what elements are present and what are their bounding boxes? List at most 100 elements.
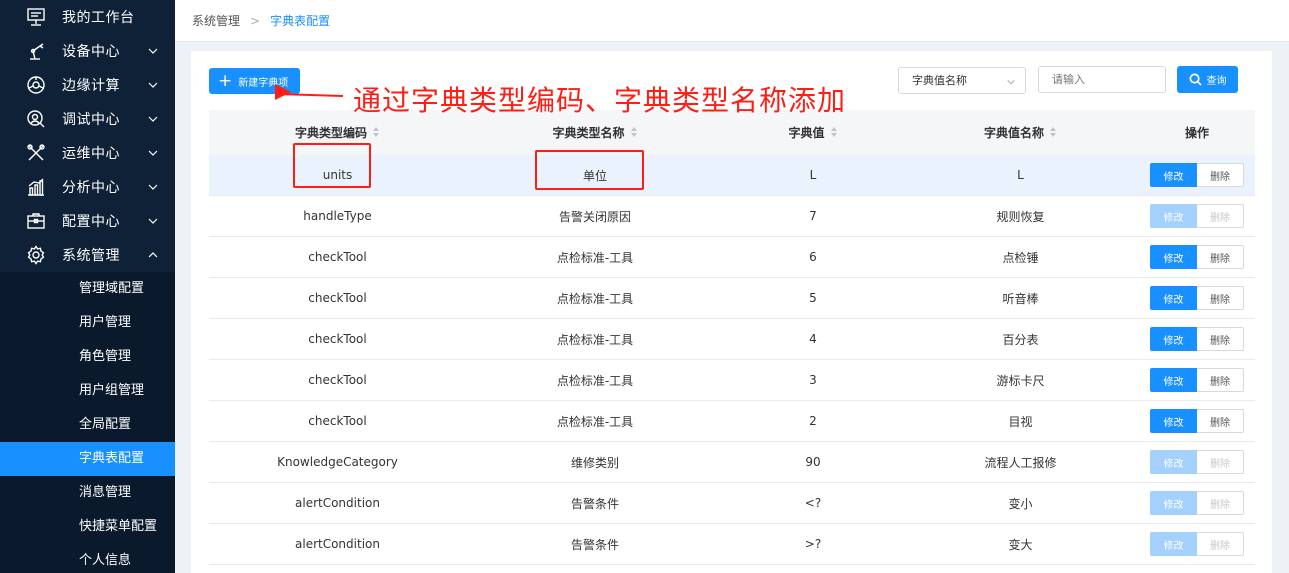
tools-icon — [25, 142, 47, 164]
cell-actions: 修改 删除 — [1139, 532, 1255, 556]
nav-label: 调试中心 — [62, 112, 120, 128]
edit-button[interactable]: 修改 — [1150, 532, 1197, 556]
subitem-role-management[interactable]: 角色管理 — [0, 340, 175, 374]
cell-value: 90 — [805, 455, 821, 469]
cell-value: L — [809, 168, 817, 182]
cell-value: <? — [804, 496, 822, 510]
edit-button[interactable]: 修改 — [1150, 163, 1197, 187]
subitem-usergroup-management[interactable]: 用户组管理 — [0, 374, 175, 408]
edit-button[interactable]: 修改 — [1150, 327, 1197, 351]
delete-button[interactable]: 删除 — [1197, 450, 1244, 474]
select-value: 字典值名称 — [912, 74, 967, 87]
chevron-down-icon — [148, 150, 158, 156]
edit-button[interactable]: 修改 — [1150, 450, 1197, 474]
edit-button[interactable]: 修改 — [1150, 245, 1197, 269]
cell-actions: 修改 删除 — [1139, 327, 1255, 351]
chevron-down-icon — [148, 48, 158, 54]
chevron-down-icon — [148, 184, 158, 190]
cell-type-code: checkTool — [308, 250, 367, 264]
cell-value-name: 规则恢复 — [996, 209, 1045, 224]
action-group: 修改 删除 — [1150, 368, 1244, 392]
cell-value-name: 百分表 — [1002, 332, 1039, 347]
subitem-message-management[interactable]: 消息管理 — [0, 476, 175, 510]
edit-button[interactable]: 修改 — [1150, 368, 1197, 392]
breadcrumb-root[interactable]: 系统管理 — [192, 12, 240, 29]
subitem-global-config[interactable]: 全局配置 — [0, 408, 175, 442]
cell-type-code: alertCondition — [295, 537, 380, 551]
nav-item-debug[interactable]: 调试中心 — [0, 102, 175, 136]
subitem-domain-config[interactable]: 管理域配置 — [0, 272, 175, 306]
action-group: 修改 删除 — [1150, 450, 1244, 474]
table-body: units 单位 L L 修改 删除 handleType 告警关闭原因 7 规则恢复 修改 删除 ch… — [209, 155, 1255, 565]
delete-button[interactable]: 删除 — [1197, 286, 1244, 310]
annotation-box-code — [293, 143, 371, 188]
delete-button[interactable]: 删除 — [1197, 491, 1244, 515]
cell-value: 2 — [809, 414, 817, 428]
delete-button[interactable]: 删除 — [1197, 163, 1244, 187]
plus-icon: + — [218, 70, 233, 91]
header-label: 操作 — [1184, 126, 1209, 140]
annotation-box-name — [535, 150, 644, 190]
cell-type-name: 告警条件 — [570, 537, 619, 552]
nav-item-devices[interactable]: 设备中心 — [0, 34, 175, 68]
delete-button[interactable]: 删除 — [1197, 204, 1244, 228]
sort-icon[interactable] — [830, 127, 838, 138]
cell-type-name: 点检标准-工具 — [556, 250, 634, 265]
nav-label: 边缘计算 — [62, 78, 120, 94]
action-group: 修改 删除 — [1150, 327, 1244, 351]
chevron-down-icon — [148, 116, 158, 122]
sidebar: 我的工作台 设备中心 边缘计算 调试中心 运维中心 分析中心 配置中心 系统管理… — [0, 0, 175, 573]
cell-value-name: 变小 — [1008, 496, 1033, 511]
delete-button[interactable]: 删除 — [1197, 409, 1244, 433]
query-label: 查询 — [1206, 76, 1227, 87]
table-row: checkTool 点检标准-工具 5 听音棒 修改 删除 — [209, 278, 1255, 319]
delete-button[interactable]: 删除 — [1197, 532, 1244, 556]
chevron-down-icon — [148, 218, 158, 224]
nav-item-system[interactable]: 系统管理 — [0, 238, 175, 272]
nav-label: 我的工作台 — [62, 10, 135, 26]
monitor-icon — [25, 6, 47, 28]
nav-item-analysis[interactable]: 分析中心 — [0, 170, 175, 204]
action-group: 修改 删除 — [1150, 163, 1244, 187]
delete-button[interactable]: 删除 — [1197, 245, 1244, 269]
action-group: 修改 删除 — [1150, 286, 1244, 310]
header-value-name[interactable]: 字典值名称 — [902, 124, 1139, 141]
delete-button[interactable]: 删除 — [1197, 327, 1244, 351]
bar-chart-icon — [25, 176, 47, 198]
nav-item-edge[interactable]: 边缘计算 — [0, 68, 175, 102]
query-button[interactable]: 查询 — [1177, 66, 1238, 93]
header-value[interactable]: 字典值 — [724, 124, 902, 141]
sort-icon[interactable] — [1050, 127, 1057, 138]
edit-button[interactable]: 修改 — [1150, 491, 1197, 515]
table-row: checkTool 点检标准-工具 4 百分表 修改 删除 — [209, 319, 1255, 360]
cell-value: 4 — [809, 332, 817, 346]
edit-button[interactable]: 修改 — [1150, 204, 1197, 228]
subitem-personal-info[interactable]: 个人信息 — [0, 544, 175, 573]
header-type-code[interactable]: 字典类型编码 — [209, 124, 466, 141]
sort-icon[interactable] — [630, 127, 638, 138]
nav-item-ops[interactable]: 运维中心 — [0, 136, 175, 170]
search-field-select[interactable]: 字典值名称 — [898, 67, 1026, 94]
cell-type-code: checkTool — [308, 291, 367, 305]
cell-value-name: 点检锤 — [1002, 250, 1039, 265]
delete-button[interactable]: 删除 — [1197, 368, 1244, 392]
toolbox-icon — [25, 210, 47, 232]
search-input[interactable] — [1038, 66, 1166, 93]
subitem-shortcut-menu-config[interactable]: 快捷菜单配置 — [0, 510, 175, 544]
action-group: 修改 删除 — [1150, 245, 1244, 269]
cell-actions: 修改 删除 — [1139, 163, 1255, 187]
nav-item-config[interactable]: 配置中心 — [0, 204, 175, 238]
nav-label: 配置中心 — [62, 214, 120, 230]
edit-button[interactable]: 修改 — [1150, 409, 1197, 433]
subitem-user-management[interactable]: 用户管理 — [0, 306, 175, 340]
header-type-name[interactable]: 字典类型名称 — [466, 124, 724, 141]
edit-button[interactable]: 修改 — [1150, 286, 1197, 310]
nav-item-workbench[interactable]: 我的工作台 — [0, 0, 175, 34]
cell-actions: 修改 删除 — [1139, 204, 1255, 228]
chevron-up-icon — [148, 252, 158, 258]
nav-label: 系统管理 — [62, 248, 120, 264]
subitem-dictionary-config[interactable]: 字典表配置 — [0, 442, 175, 476]
cell-type-name: 点检标准-工具 — [556, 414, 634, 429]
sort-icon[interactable] — [373, 127, 380, 138]
annotation-arrow-icon — [275, 84, 344, 100]
